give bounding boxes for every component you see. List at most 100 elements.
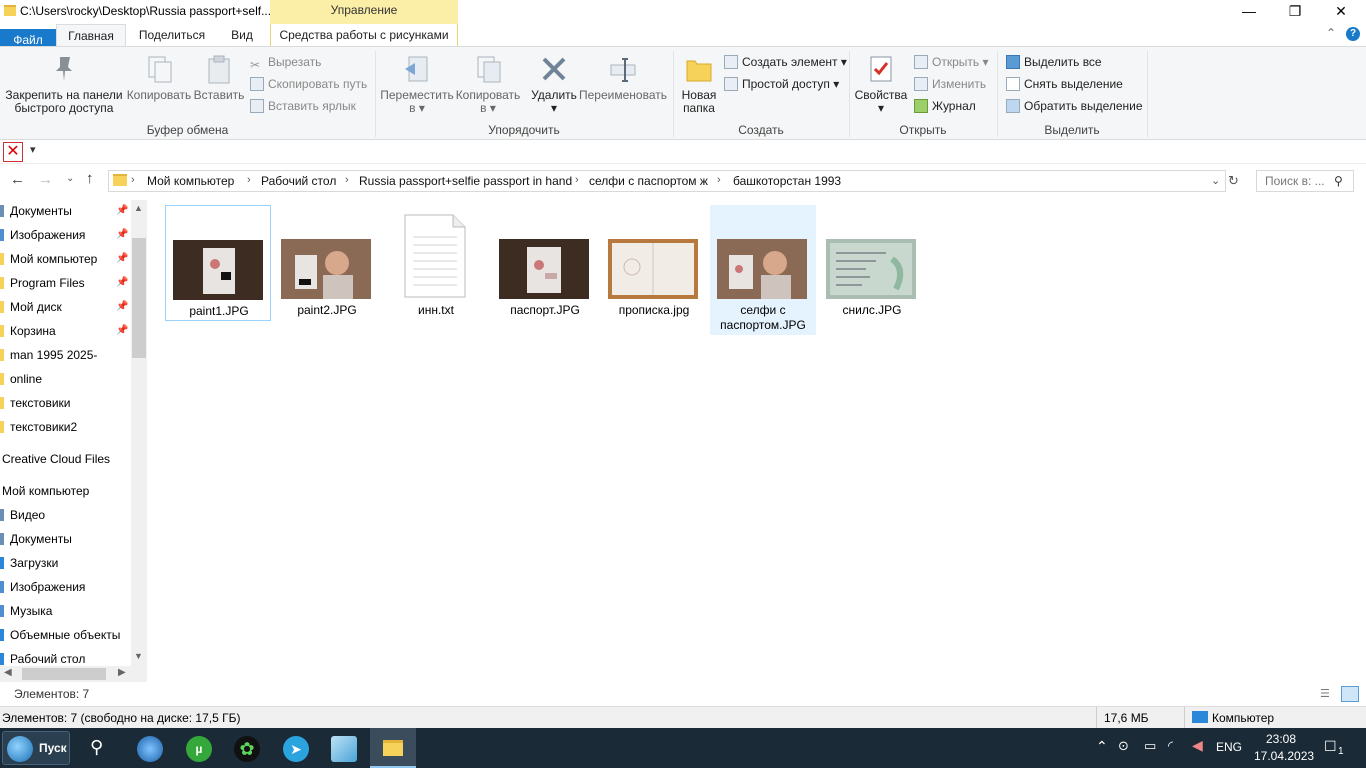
- paste-button[interactable]: Вставить: [192, 53, 246, 102]
- nav-item-this-pc[interactable]: Мой компьютер: [2, 481, 89, 501]
- chevron-right-icon[interactable]: ›: [345, 174, 349, 186]
- maximize-button[interactable]: ❐: [1272, 0, 1318, 22]
- select-none-button[interactable]: Снять выделение: [1006, 77, 1123, 91]
- nav-item-3d-objects[interactable]: Объемные объекты: [0, 625, 120, 645]
- crumb-my-computer[interactable]: Мой компьютер: [147, 174, 234, 188]
- nav-item-tekstoviki[interactable]: текстовики: [0, 393, 71, 413]
- file-item[interactable]: прописка.jpg: [601, 205, 707, 321]
- rename-button[interactable]: Переименовать: [578, 53, 668, 102]
- back-arrow-icon[interactable]: ←: [10, 171, 25, 188]
- file-item[interactable]: селфи с паспортом.JPG: [710, 205, 816, 335]
- collapse-ribbon-icon[interactable]: ⌃: [1326, 26, 1336, 40]
- chevron-right-icon[interactable]: ›: [247, 174, 251, 186]
- tray-chevron-icon[interactable]: ⌃: [1096, 738, 1108, 755]
- tab-picture-tools[interactable]: Средства работы с рисунками: [272, 24, 456, 46]
- address-dropdown-icon[interactable]: ⌄: [1211, 174, 1220, 187]
- notification-icon[interactable]: ☐: [1324, 738, 1337, 755]
- refresh-icon[interactable]: ↻: [1228, 174, 1242, 188]
- nav-hscroll-thumb[interactable]: [22, 668, 106, 680]
- tab-home[interactable]: Главная: [56, 24, 126, 46]
- wifi-icon[interactable]: ◜: [1168, 738, 1173, 754]
- nav-item-documents[interactable]: Документы: [0, 201, 72, 221]
- copy-to-button[interactable]: Копировать в ▾: [452, 53, 524, 115]
- paste-shortcut-button[interactable]: Вставить ярлык: [250, 99, 356, 113]
- scroll-left-icon[interactable]: ◀: [4, 667, 12, 678]
- crumb-russia-passport[interactable]: Russia passport+selfie passport in hand: [359, 174, 572, 188]
- file-item[interactable]: paint1.JPG: [165, 205, 271, 321]
- browser-icon[interactable]: [137, 736, 163, 762]
- search-icon[interactable]: ⚲: [90, 737, 103, 758]
- clock-date[interactable]: 17.04.2023: [1254, 749, 1314, 763]
- minimize-button[interactable]: —: [1226, 0, 1272, 22]
- copy-path-button[interactable]: Скопировать путь: [250, 77, 367, 91]
- copy-button[interactable]: Копировать: [126, 53, 192, 102]
- language-indicator[interactable]: ENG: [1216, 740, 1242, 754]
- nav-item-creative-cloud[interactable]: Creative Cloud Files: [2, 449, 110, 469]
- scroll-down-icon[interactable]: ▼: [134, 651, 143, 661]
- nav-item-downloads[interactable]: Загрузки: [0, 553, 58, 573]
- telegram-icon[interactable]: ➤: [283, 736, 309, 762]
- easy-access-button[interactable]: Простой доступ ▾: [724, 77, 839, 91]
- nav-item-pictures[interactable]: Изображения: [0, 225, 85, 245]
- forward-arrow-icon[interactable]: →: [38, 171, 53, 188]
- help-icon[interactable]: ?: [1346, 27, 1360, 41]
- scroll-up-icon[interactable]: ▲: [134, 203, 143, 213]
- nav-item-my-drive[interactable]: Мой диск: [0, 297, 62, 317]
- context-tab-manage[interactable]: Управление: [270, 0, 458, 24]
- new-item-button[interactable]: Создать элемент ▾: [724, 55, 847, 69]
- nav-item-pc-pictures[interactable]: Изображения: [0, 577, 85, 597]
- properties-button[interactable]: Свойства ▾: [854, 53, 908, 115]
- history-button[interactable]: Журнал: [914, 99, 976, 113]
- new-folder-button[interactable]: Новая папка: [678, 53, 720, 115]
- tab-view[interactable]: Вид: [222, 24, 262, 46]
- chevron-right-icon[interactable]: ›: [575, 174, 579, 186]
- delete-button[interactable]: Удалить ▾: [528, 53, 580, 115]
- recent-locations-icon[interactable]: ⌄: [66, 173, 74, 184]
- start-button[interactable]: Пуск: [2, 731, 70, 765]
- nav-label: Видео: [10, 508, 46, 522]
- nav-item-online[interactable]: online: [0, 369, 42, 389]
- scroll-right-icon[interactable]: ▶: [118, 667, 126, 678]
- move-to-button[interactable]: Переместить в ▾: [380, 53, 454, 115]
- network-icon[interactable]: ⊙: [1118, 738, 1129, 754]
- crumb-desktop[interactable]: Рабочий стол: [261, 174, 336, 188]
- nav-item-tekstoviki2[interactable]: текстовики2: [0, 417, 77, 437]
- file-item[interactable]: снилс.JPG: [819, 205, 925, 321]
- nav-item-pc-documents[interactable]: Документы: [0, 529, 72, 549]
- invert-selection-button[interactable]: Обратить выделение: [1006, 99, 1143, 113]
- nav-item-recycle-bin[interactable]: Корзина: [0, 321, 56, 341]
- details-view-icon[interactable]: ☰: [1320, 687, 1336, 701]
- cut-button[interactable]: ✂ Вырезать: [250, 55, 321, 72]
- open-button[interactable]: Открыть ▾: [914, 55, 989, 69]
- select-all-button[interactable]: Выделить все: [1006, 55, 1102, 69]
- edit-button[interactable]: Изменить: [914, 77, 986, 91]
- address-bar[interactable]: › Мой компьютер › Рабочий стол › Russia …: [108, 170, 1226, 192]
- chevron-right-icon[interactable]: ›: [717, 174, 721, 186]
- nav-item-videos[interactable]: Видео: [0, 505, 45, 525]
- file-item[interactable]: paint2.JPG: [274, 205, 380, 321]
- icq-icon[interactable]: ✿: [234, 736, 260, 762]
- file-item[interactable]: инн.txt: [383, 205, 489, 321]
- nav-item-my-computer[interactable]: Мой компьютер: [0, 249, 97, 269]
- close-button[interactable]: ✕: [1318, 0, 1364, 22]
- file-item[interactable]: паспорт.JPG: [492, 205, 598, 321]
- chevron-right-icon[interactable]: ›: [131, 174, 135, 186]
- clock-time[interactable]: 23:08: [1266, 732, 1296, 746]
- pin-quick-access-button[interactable]: Закрепить на панели быстрого доступа: [4, 53, 124, 115]
- battery-icon[interactable]: ▭: [1144, 738, 1156, 754]
- nav-item-man-1995[interactable]: man 1995 2025-: [0, 345, 97, 365]
- app-icon[interactable]: [331, 736, 357, 762]
- volume-icon[interactable]: ◀: [1192, 737, 1203, 754]
- delete-icon[interactable]: ✕: [3, 142, 23, 162]
- nav-scroll-thumb[interactable]: [132, 238, 146, 358]
- crumb-current-folder[interactable]: башкоторстан 1993: [733, 174, 841, 188]
- nav-item-music[interactable]: Музыка: [0, 601, 52, 621]
- large-icons-view-icon[interactable]: [1341, 686, 1359, 702]
- utorrent-icon[interactable]: µ: [186, 736, 212, 762]
- nav-item-program-files[interactable]: Program Files: [0, 273, 85, 293]
- explorer-taskbar-button[interactable]: [370, 728, 416, 768]
- customize-qat-icon[interactable]: ▾: [30, 143, 36, 156]
- up-arrow-icon[interactable]: ↑: [86, 170, 94, 187]
- crumb-selfie-folder[interactable]: селфи с паспортом ж: [589, 174, 708, 188]
- tab-share[interactable]: Поделиться: [130, 24, 214, 46]
